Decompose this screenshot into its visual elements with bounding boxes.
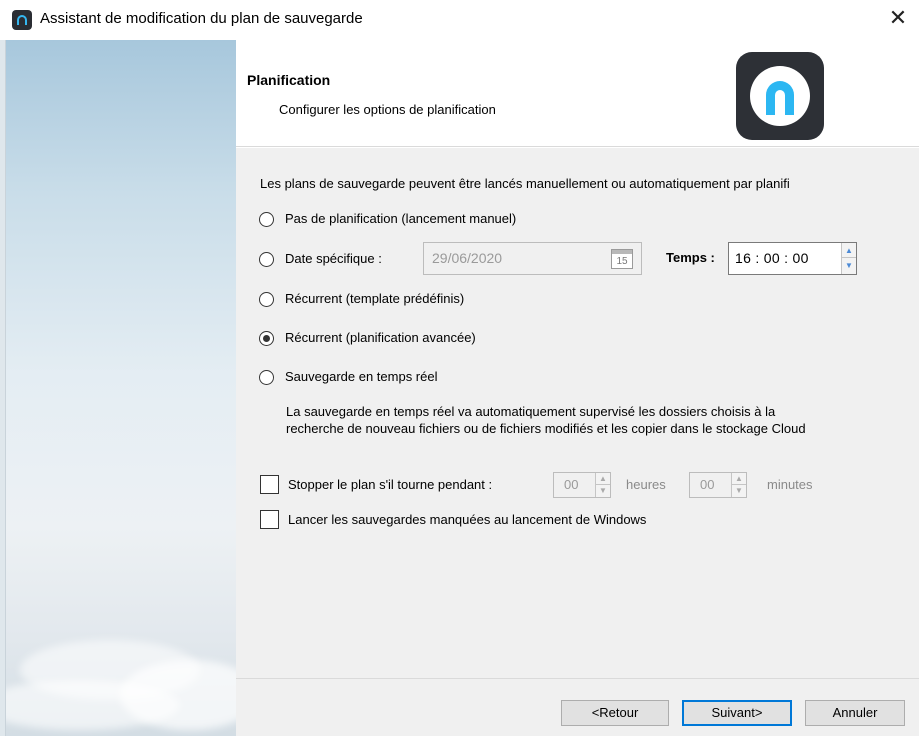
page-subtitle: Configurer les options de planification [279,102,496,117]
minutes-spinner[interactable]: ▲ ▼ [731,473,746,497]
calendar-icon[interactable]: 15 [611,249,633,269]
time-value: 16 : 00 : 00 [735,250,809,266]
radio-no-schedule-label: Pas de planification (lancement manuel) [285,211,517,226]
close-icon[interactable]: ✕ [883,4,913,34]
spinner-down-icon[interactable]: ▼ [732,485,746,497]
spinner-up-icon[interactable]: ▲ [732,473,746,485]
stop-plan-checkbox[interactable] [260,475,279,494]
hours-value: 00 [564,477,579,492]
page-title: Planification [247,72,331,88]
radio-realtime-label: Sauvegarde en temps réel [285,369,438,384]
radio-recurrent-template[interactable] [259,292,274,307]
app-icon [12,10,32,30]
hours-field[interactable]: 00 ▲ ▼ [553,472,611,498]
spinner-down-icon[interactable]: ▼ [842,258,856,273]
date-field[interactable]: 29/06/2020 15 [423,242,642,275]
app-logo-icon [736,52,824,140]
radio-realtime[interactable] [259,370,274,385]
missed-backups-checkbox[interactable] [260,510,279,529]
minutes-field[interactable]: 00 ▲ ▼ [689,472,747,498]
radio-recurrent-template-label: Récurrent (template prédéfinis) [285,291,465,306]
minutes-unit: minutes [767,477,813,492]
intro-text: Les plans de sauvegarde peuvent être lan… [260,176,790,191]
missed-backups-label: Lancer les sauvegardes manquées au lance… [288,512,647,527]
spinner-up-icon[interactable]: ▲ [596,473,610,485]
sidebar-image [0,40,236,736]
date-value: 29/06/2020 [432,250,503,266]
sidebar-edge [0,40,6,736]
radio-recurrent-advanced[interactable] [259,331,274,346]
back-button[interactable]: <Retour [561,700,669,726]
time-field[interactable]: 16 : 00 : 00 ▲ ▼ [728,242,857,275]
logo-letter [766,81,794,115]
wizard-header: Planification Configurer les options de … [236,40,919,147]
radio-specific-date[interactable] [259,252,274,267]
spinner-down-icon[interactable]: ▼ [596,485,610,497]
stop-plan-label: Stopper le plan s'il tourne pendant : [288,477,493,492]
cancel-button[interactable]: Annuler [805,700,905,726]
radio-no-schedule[interactable] [259,212,274,227]
radio-recurrent-advanced-label: Récurrent (planification avancée) [285,330,476,345]
spinner-up-icon[interactable]: ▲ [842,243,856,258]
realtime-description: La sauvegarde en temps réel va automatiq… [286,404,806,436]
hours-unit: heures [626,477,666,492]
time-spinner[interactable]: ▲ ▼ [841,243,856,274]
next-button[interactable]: Suivant> [682,700,792,726]
window-titlebar: Assistant de modification du plan de sau… [0,0,919,40]
radio-specific-date-label: Date spécifique : [285,251,382,266]
hours-spinner[interactable]: ▲ ▼ [595,473,610,497]
time-label: Temps : [666,250,715,265]
window-title: Assistant de modification du plan de sau… [40,10,363,27]
minutes-value: 00 [700,477,715,492]
